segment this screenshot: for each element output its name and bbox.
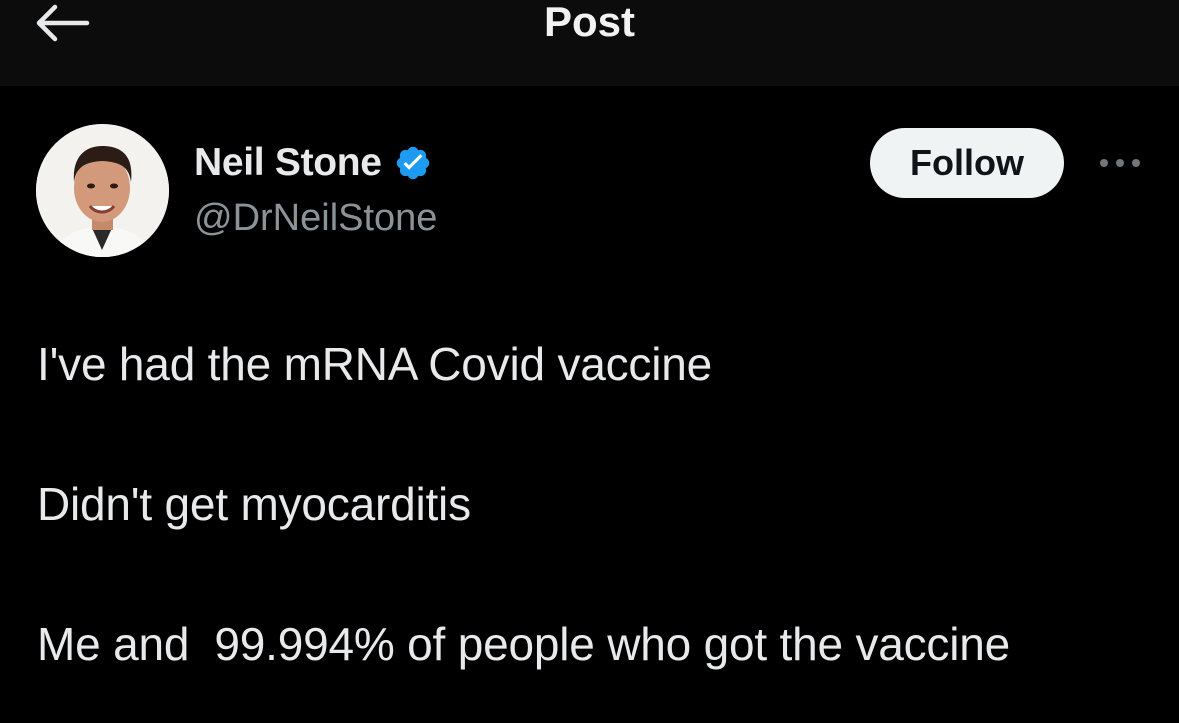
author-name-row[interactable]: Neil Stone [194,138,432,188]
follow-button[interactable]: Follow [870,128,1064,198]
more-options-icon [1100,159,1140,167]
avatar[interactable] [36,124,169,257]
profile-photo [36,124,169,257]
author-name[interactable]: Neil Stone [194,141,382,185]
tweet-text-line-2: Didn't get myocarditis [37,478,471,530]
tweet-text-line-3: Me and 99.994% of people who got the vac… [37,618,1011,670]
tweet-text-line-1: I've had the mRNA Covid vaccine [37,338,713,390]
author-handle[interactable]: @DrNeilStone [194,194,437,242]
page-title: Post [543,0,635,45]
top-bar: Post [0,0,1179,86]
more-options-button[interactable] [1090,146,1150,180]
verified-badge-icon[interactable] [394,144,432,182]
